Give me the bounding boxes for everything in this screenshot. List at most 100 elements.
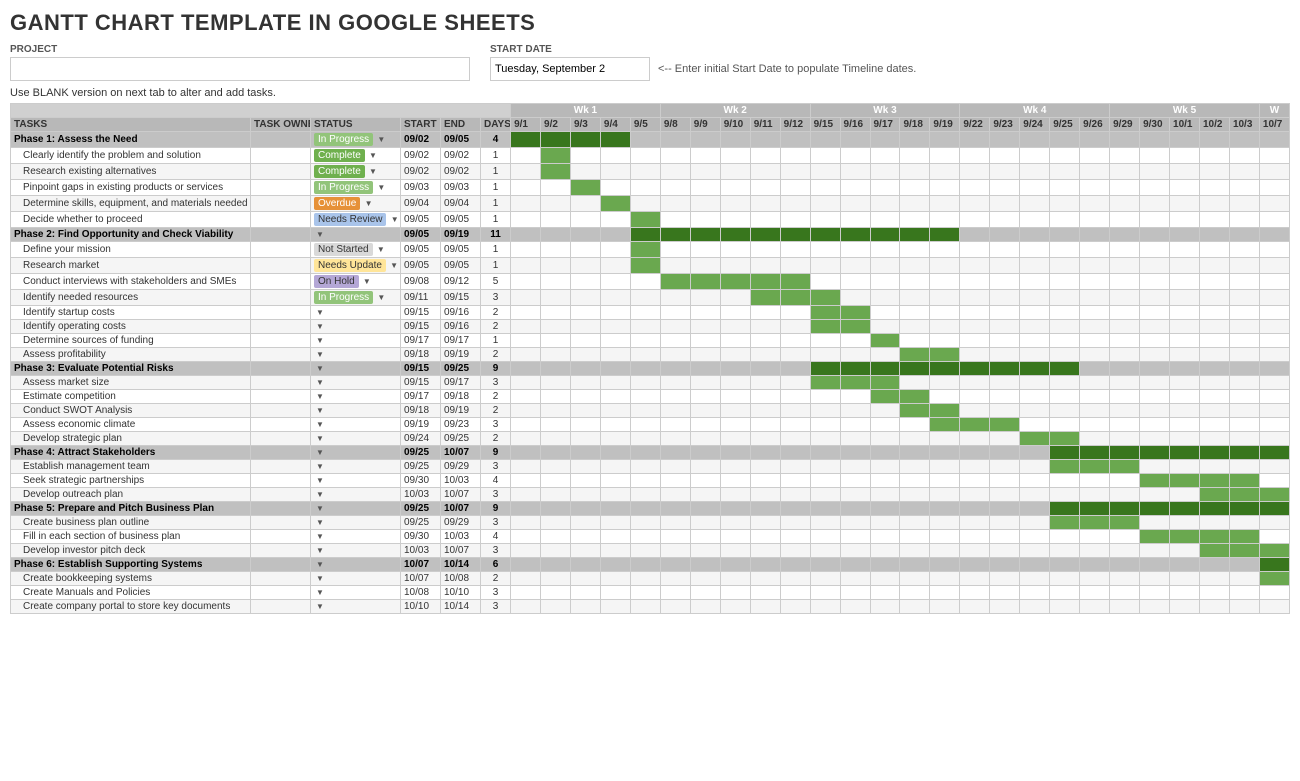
task-status-cell[interactable]: ▼ [311,558,401,572]
dropdown-arrow-icon[interactable]: ▼ [316,546,324,555]
dropdown-arrow-icon[interactable]: ▼ [316,230,324,239]
task-status-cell[interactable]: ▼ [311,516,401,530]
gantt-bar-cell [511,390,541,404]
task-days-cell: 3 [481,376,511,390]
task-status-cell[interactable]: Overdue ▼ [311,196,401,212]
dropdown-arrow-icon[interactable]: ▼ [316,420,324,429]
task-status-cell[interactable]: ▼ [311,586,401,600]
dropdown-arrow-icon[interactable]: ▼ [316,490,324,499]
task-end-cell: 09/29 [441,516,481,530]
dropdown-arrow-icon[interactable]: ▼ [367,167,377,176]
task-status-cell[interactable]: ▼ [311,502,401,516]
gantt-bar-cell [900,474,930,488]
gantt-bar-cell [1170,362,1200,376]
gantt-bar-cell [660,376,690,390]
gantt-bar-cell [1199,164,1229,180]
task-status-cell[interactable]: ▼ [311,474,401,488]
dropdown-arrow-icon[interactable]: ▼ [316,560,324,569]
task-status-cell[interactable]: ▼ [311,544,401,558]
task-status-cell[interactable]: ▼ [311,320,401,334]
task-status-cell[interactable]: In Progress ▼ [311,290,401,306]
gantt-bar-cell [600,488,630,502]
task-status-cell[interactable]: ▼ [311,488,401,502]
task-status-cell[interactable]: On Hold ▼ [311,274,401,290]
dropdown-arrow-icon[interactable]: ▼ [316,588,324,597]
task-status-cell[interactable]: ▼ [311,418,401,432]
dropdown-arrow-icon[interactable]: ▼ [375,183,385,192]
dropdown-arrow-icon[interactable]: ▼ [316,364,324,373]
dropdown-arrow-icon[interactable]: ▼ [316,532,324,541]
task-status-cell[interactable]: In Progress ▼ [311,132,401,148]
gantt-bar-cell [630,290,660,306]
dropdown-arrow-icon[interactable]: ▼ [316,476,324,485]
gantt-bar-cell [600,132,630,148]
task-status-cell[interactable]: ▼ [311,348,401,362]
dropdown-arrow-icon[interactable]: ▼ [316,308,324,317]
dropdown-arrow-icon[interactable]: ▼ [316,406,324,415]
gantt-bar-cell [1080,376,1110,390]
status-badge: In Progress [314,291,373,304]
dropdown-arrow-icon[interactable]: ▼ [316,518,324,527]
task-status-cell[interactable]: ▼ [311,600,401,614]
gantt-bar-cell [1199,228,1229,242]
task-status-cell[interactable]: ▼ [311,228,401,242]
task-days-cell: 5 [481,274,511,290]
dropdown-arrow-icon[interactable]: ▼ [316,602,324,611]
task-status-cell[interactable]: ▼ [311,334,401,348]
dropdown-arrow-icon[interactable]: ▼ [316,378,324,387]
dropdown-arrow-icon[interactable]: ▼ [388,215,398,224]
gantt-bar-cell [1080,488,1110,502]
task-status-cell[interactable]: ▼ [311,306,401,320]
gantt-bar-cell [511,164,541,180]
task-status-cell[interactable]: ▼ [311,572,401,586]
gantt-bar-cell [570,390,600,404]
task-status-cell[interactable]: ▼ [311,362,401,376]
gantt-bar-cell [900,348,930,362]
gantt-bar-cell [720,488,750,502]
gantt-bar-cell [1170,446,1200,460]
task-status-cell[interactable]: ▼ [311,390,401,404]
gantt-bar-cell [660,132,690,148]
dropdown-arrow-icon[interactable]: ▼ [316,434,324,443]
task-status-cell[interactable]: ▼ [311,404,401,418]
dropdown-arrow-icon[interactable]: ▼ [375,245,385,254]
dropdown-arrow-icon[interactable]: ▼ [316,336,324,345]
gantt-bar-cell [750,558,780,572]
task-status-cell[interactable]: Needs Update ▼ [311,258,401,274]
task-status-cell[interactable]: Not Started ▼ [311,242,401,258]
gantt-bar-cell [630,258,660,274]
dropdown-arrow-icon[interactable]: ▼ [361,277,371,286]
project-input[interactable] [10,57,470,81]
task-status-cell[interactable]: ▼ [311,376,401,390]
task-status-cell[interactable]: Complete ▼ [311,148,401,164]
gantt-bar-cell [960,488,990,502]
task-status-cell[interactable]: Complete ▼ [311,164,401,180]
dropdown-arrow-icon[interactable]: ▼ [316,448,324,457]
dropdown-arrow-icon[interactable]: ▼ [375,135,385,144]
dropdown-arrow-icon[interactable]: ▼ [316,574,324,583]
dropdown-arrow-icon[interactable]: ▼ [375,293,385,302]
dropdown-arrow-icon[interactable]: ▼ [316,462,324,471]
dropdown-arrow-icon[interactable]: ▼ [367,151,377,160]
dropdown-arrow-icon[interactable]: ▼ [316,350,324,359]
task-status-cell[interactable]: Needs Review ▼ [311,212,401,228]
gantt-bar-cell [541,432,571,446]
gantt-bar-cell [1140,148,1170,164]
task-status-cell[interactable]: ▼ [311,446,401,460]
dropdown-arrow-icon[interactable]: ▼ [316,504,324,513]
dropdown-arrow-icon[interactable]: ▼ [316,392,324,401]
gantt-bar-cell [541,362,571,376]
gantt-bar-cell [870,348,900,362]
gantt-bar-cell [1080,530,1110,544]
gantt-bar-cell [750,148,780,164]
task-status-cell[interactable]: ▼ [311,432,401,446]
dropdown-arrow-icon[interactable]: ▼ [362,199,372,208]
start-date-value[interactable]: Tuesday, September 2 [490,57,650,81]
gantt-bar-cell [750,572,780,586]
task-status-cell[interactable]: ▼ [311,460,401,474]
dropdown-arrow-icon[interactable]: ▼ [388,261,398,270]
task-status-cell[interactable]: In Progress ▼ [311,180,401,196]
gantt-bar-cell [900,376,930,390]
task-status-cell[interactable]: ▼ [311,530,401,544]
dropdown-arrow-icon[interactable]: ▼ [316,322,324,331]
